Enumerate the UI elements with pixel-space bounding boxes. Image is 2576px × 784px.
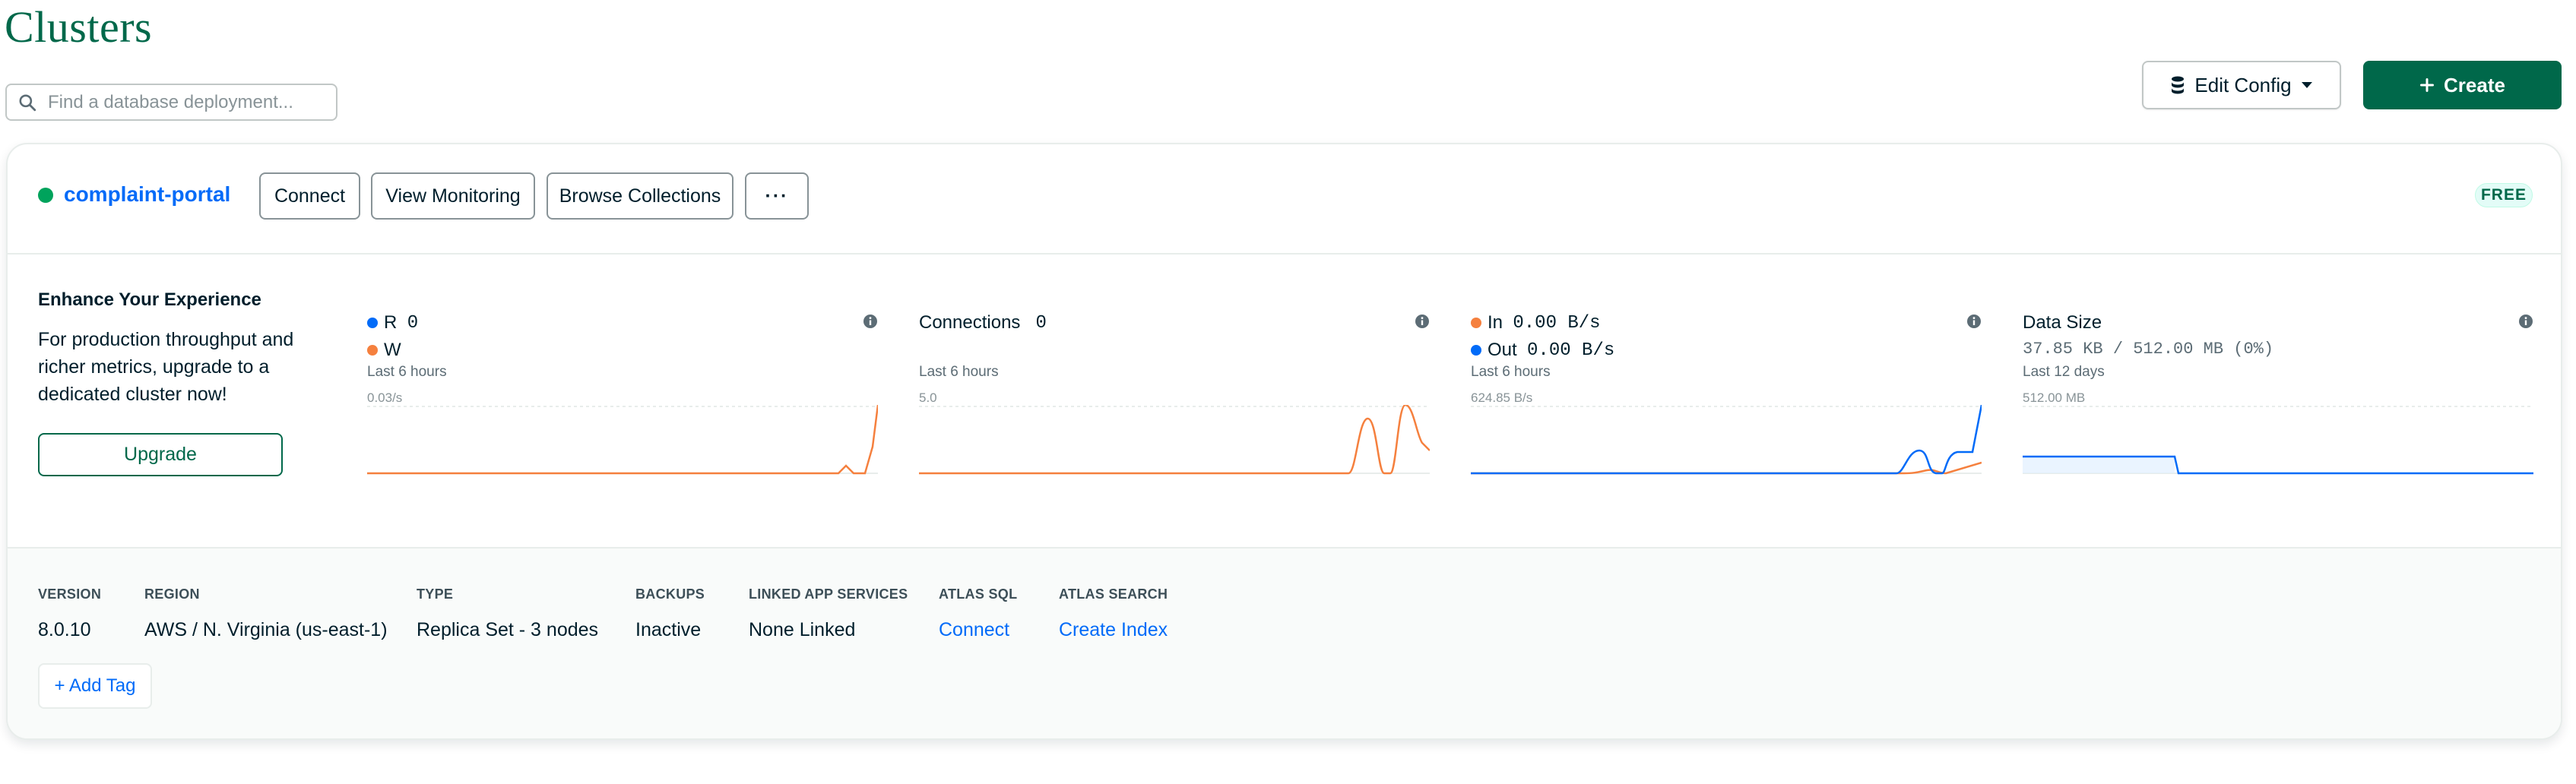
detail-label: ATLAS SQL [939,586,1018,602]
series-dot-orange [367,345,378,356]
series-dot-blue [1471,345,1481,356]
detail-value: Inactive [635,619,702,640]
network-chart [1471,405,1982,475]
info-icon[interactable] [1966,314,1982,329]
connections-chart [919,405,1430,475]
metric-period: Last 6 hours [1471,364,1551,380]
more-options-button[interactable]: ··· [745,172,809,220]
info-icon[interactable] [863,314,878,329]
upgrade-button[interactable]: Upgrade [38,433,283,476]
upsell-text: For production throughput and richer met… [38,329,294,405]
metric-period: Last 6 hours [919,364,999,380]
metric-data-size-label: Data Size [2023,312,2102,333]
detail-version: VERSION 8.0.10 [38,586,101,641]
detail-value: 8.0.10 [38,619,91,640]
metric-data-size-value: 37.85 KB / 512.00 MB (0%) [2023,340,2274,359]
metric-out-line: Out 0.00 B/s [1471,340,1614,361]
metric-scale: 624.85 B/s [1471,390,1533,405]
metric-scale: 5.0 [919,390,937,405]
cluster-name-link[interactable]: complaint-portal [64,182,230,207]
metric-data-size[interactable]: Data Size 37.85 KB / 512.00 MB (0%) Last… [2023,312,2533,487]
detail-atlas-sql: ATLAS SQL Connect [939,586,1017,641]
detail-type: TYPE Replica Set - 3 nodes [417,586,598,641]
database-icon [2172,76,2185,94]
metric-network[interactable]: In 0.00 B/s Out 0.00 B/s Last 6 hours 62… [1471,312,1982,487]
detail-label: BACKUPS [635,586,705,602]
cluster-details: VERSION 8.0.10 REGION AWS / N. Virginia … [8,547,2561,738]
create-index-link[interactable]: Create Index [1059,619,1168,641]
metric-r-line: R 0 [367,312,418,334]
detail-label: VERSION [38,586,102,602]
view-monitoring-button[interactable]: View Monitoring [371,172,535,220]
edit-config-button[interactable]: Edit Config [2142,61,2341,109]
metric-w-line: W [367,340,401,361]
cluster-card: complaint-portal Connect View Monitoring… [6,143,2562,740]
detail-atlas-search: ATLAS SEARCH Create Index [1059,586,1168,641]
metric-connections-value: 0 [1035,312,1047,334]
metric-period: Last 6 hours [367,364,447,380]
metric-connections-label: Connections [919,312,1021,333]
search-box[interactable] [5,84,337,121]
tier-badge: FREE [2475,183,2533,207]
data-size-chart [2023,406,2533,475]
metric-in-value: 0.00 B/s [1513,312,1601,334]
detail-label: REGION [144,586,200,602]
add-tag-button[interactable]: + Add Tag [38,663,152,709]
metric-scale: 512.00 MB [2023,390,2086,405]
detail-linked-app-services: LINKED APP SERVICES None Linked [749,586,908,641]
detail-value: Replica Set - 3 nodes [417,619,599,640]
metric-r-label: R [384,312,398,333]
detail-value: AWS / N. Virginia (us-east-1) [144,619,388,640]
atlas-sql-connect-link[interactable]: Connect [939,619,1017,641]
detail-value: None Linked [749,619,856,640]
cluster-card-body: Enhance Your Experience For production t… [8,254,2561,547]
series-dot-orange [1471,318,1481,328]
page-title: Clusters [5,2,153,52]
metric-scale: 0.03/s [367,390,403,405]
detail-label: LINKED APP SERVICES [749,586,908,602]
caret-down-icon [2301,82,2312,88]
search-input[interactable] [48,91,322,113]
connect-button[interactable]: Connect [259,172,360,220]
series-dot-blue [367,318,378,328]
metric-in-line: In 0.00 B/s [1471,312,1601,334]
metric-in-label: In [1488,312,1503,333]
detail-region: REGION AWS / N. Virginia (us-east-1) [144,586,388,641]
plus-icon [2420,78,2435,92]
metric-out-label: Out [1488,340,1517,360]
edit-config-label: Edit Config [2194,73,2292,96]
status-indicator [38,188,53,203]
metric-out-value: 0.00 B/s [1527,340,1615,361]
info-icon[interactable] [2518,314,2533,329]
opcounters-chart [367,405,878,475]
create-button[interactable]: Create [2363,61,2562,109]
metric-data-size-line: Data Size [2023,312,2102,334]
metric-w-label: W [384,340,401,360]
create-label: Create [2444,73,2505,96]
info-icon[interactable] [1415,314,1430,329]
metric-opcounters[interactable]: R 0 W Last 6 hours 0.03/s [367,312,878,487]
metric-period: Last 12 days [2023,364,2105,380]
search-icon [19,93,36,111]
detail-label: ATLAS SEARCH [1059,586,1168,602]
detail-label: TYPE [417,586,454,602]
upsell-title: Enhance Your Experience [38,289,261,310]
cluster-card-header: complaint-portal Connect View Monitoring… [8,144,2561,254]
metric-connections-line: Connections 0 [919,312,1047,334]
metric-r-value: 0 [407,312,419,334]
metric-connections[interactable]: Connections 0 Last 6 hours 5.0 [919,312,1430,487]
browse-collections-button[interactable]: Browse Collections [547,172,734,220]
detail-backups: BACKUPS Inactive [635,586,705,641]
